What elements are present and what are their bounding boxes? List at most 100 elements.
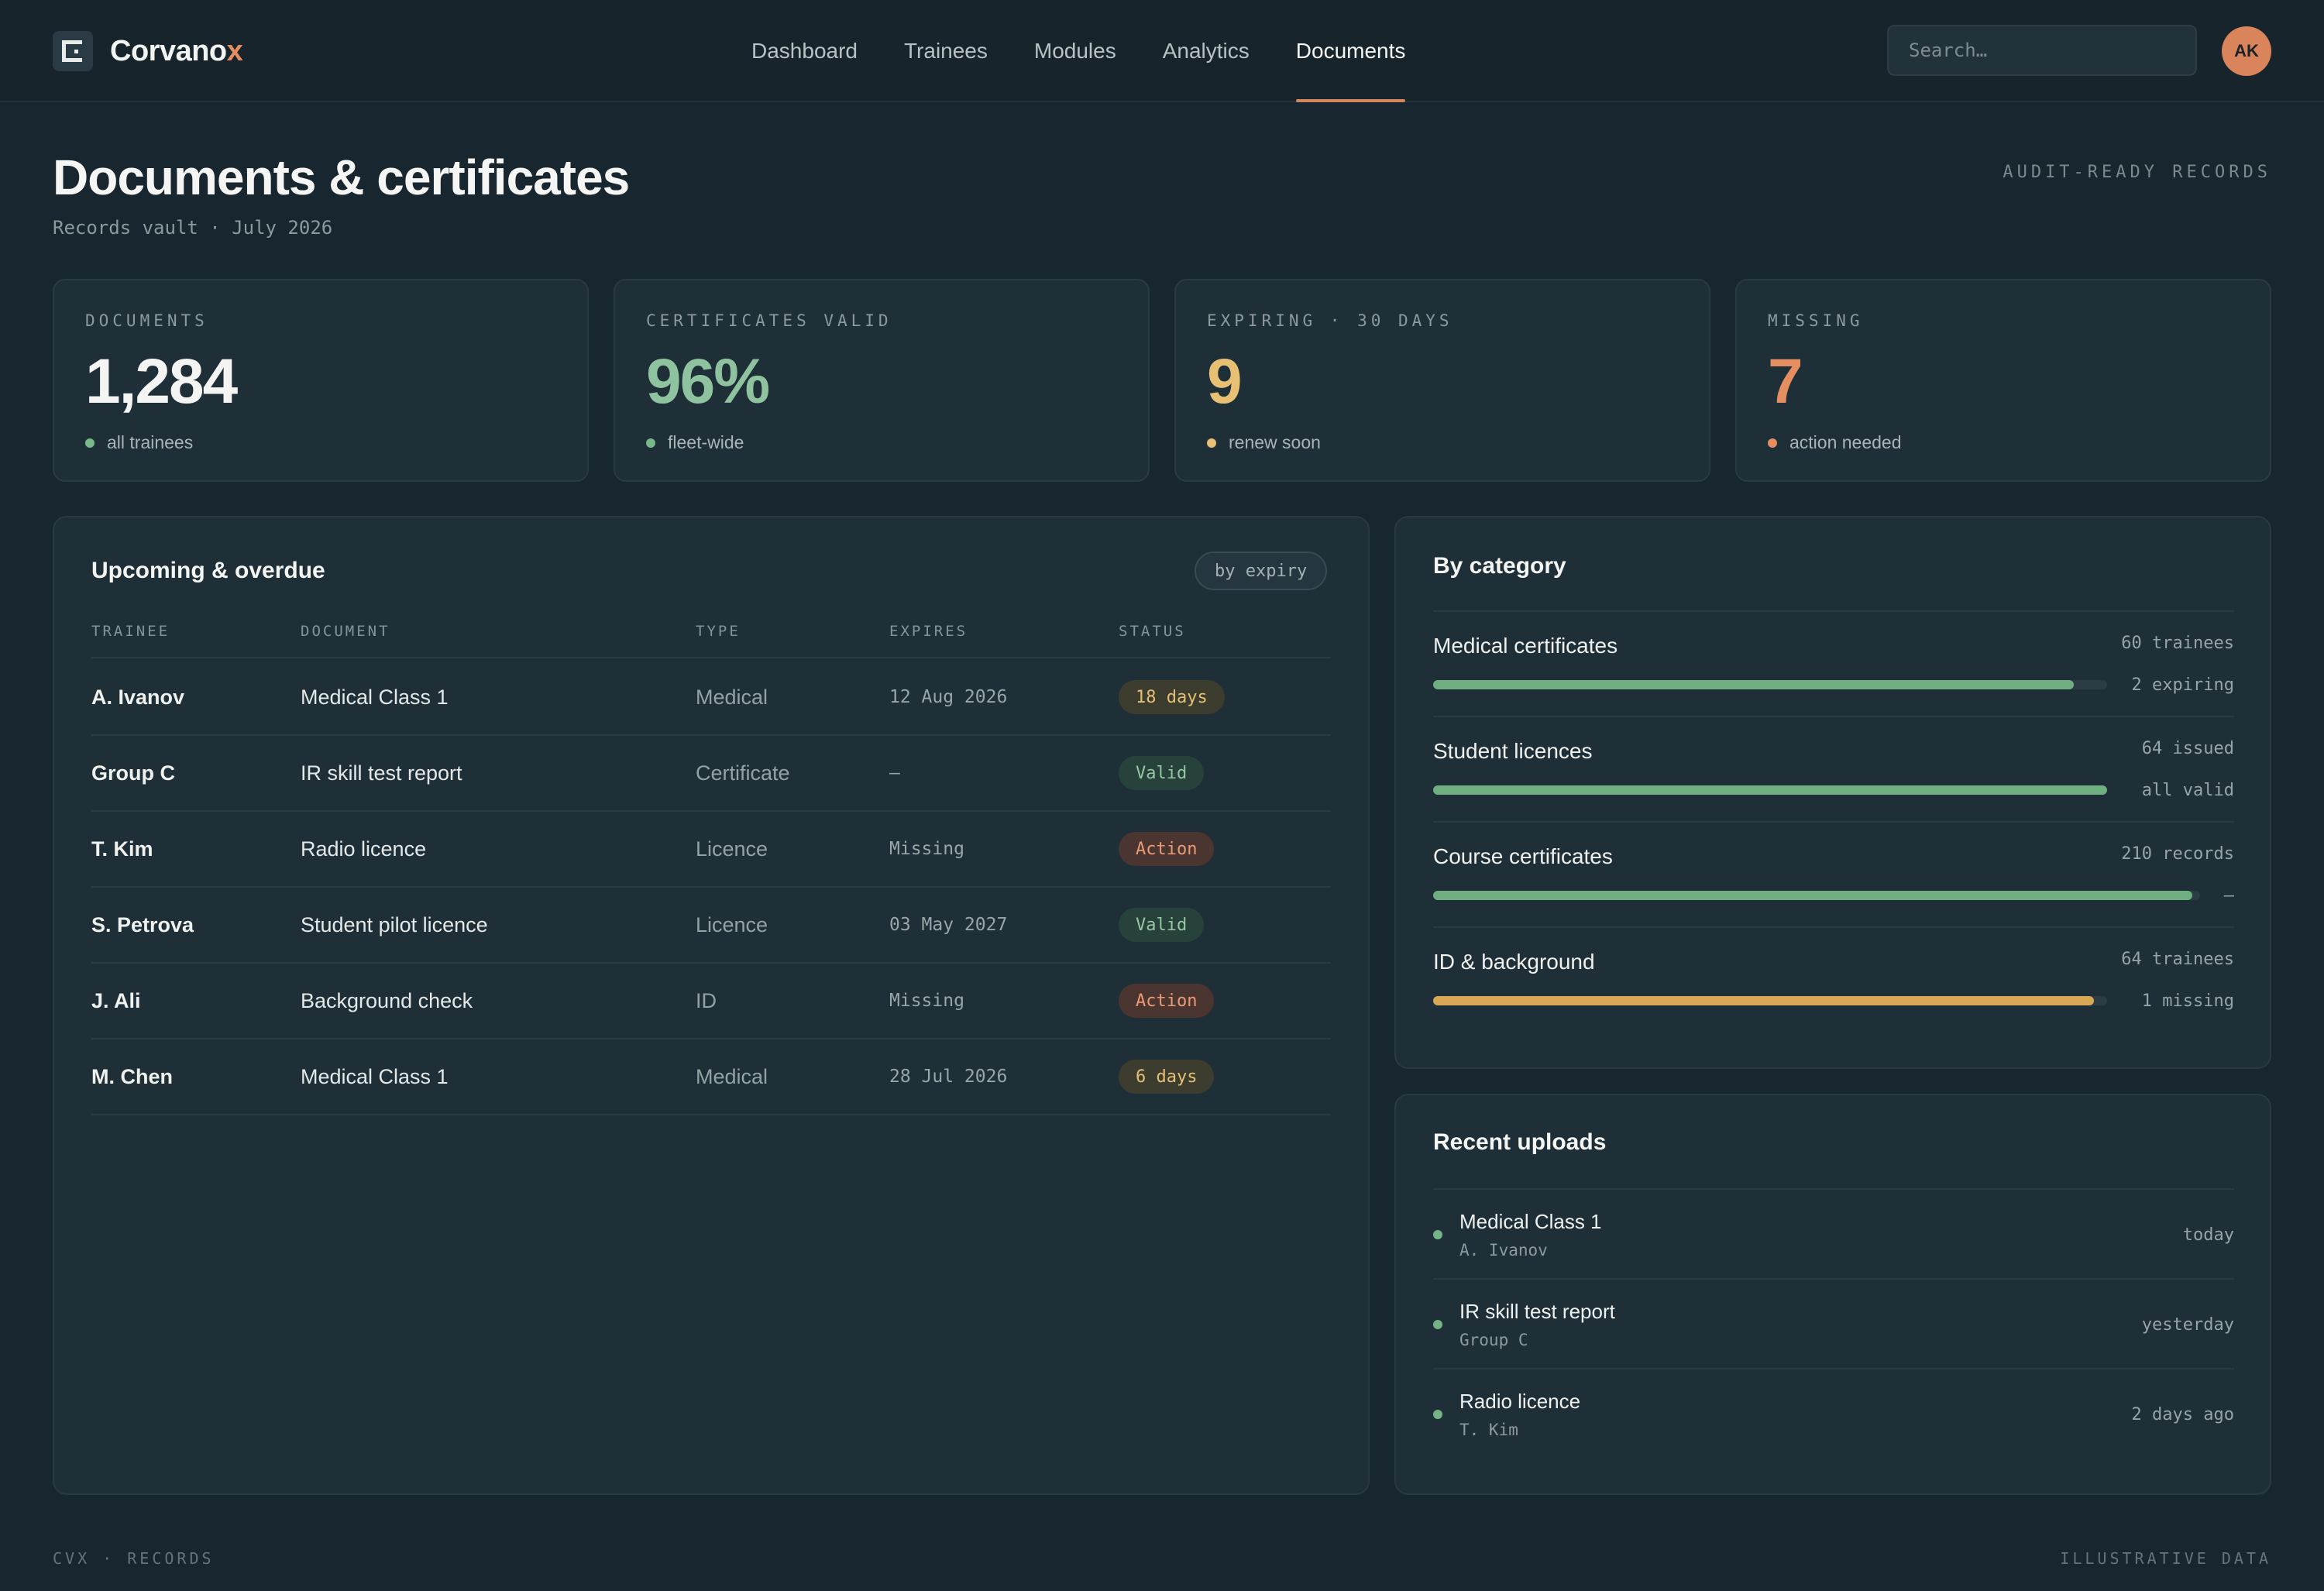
sort-by-expiry-chip[interactable]: by expiry — [1195, 552, 1328, 590]
panel-title: Recent uploads — [1433, 1129, 1607, 1155]
cell-document: IR skill test report — [301, 761, 462, 785]
table-row[interactable]: S. Petrova Student pilot licence Licence 03… — [91, 888, 1331, 964]
logo-icon — [53, 31, 93, 71]
stat-label: MISSING — [1768, 311, 1864, 330]
category-name: Medical certificates — [1433, 634, 1618, 658]
progress-track — [1433, 996, 2107, 1005]
stat-label: DOCUMENTS — [85, 311, 208, 330]
upload-time: 2 days ago — [2131, 1405, 2234, 1424]
cell-trainee: J. Ali — [91, 988, 141, 1012]
status-dot-icon — [646, 438, 655, 448]
upload-trainee: A. Ivanov — [1459, 1241, 1548, 1259]
upload-title: Medical Class 1 — [1459, 1210, 1602, 1233]
cell-expires: – — [889, 763, 900, 783]
progress-fill — [1433, 680, 2074, 689]
status-dot-icon — [1433, 1410, 1442, 1419]
status-dot-icon — [1207, 438, 1216, 448]
category-count: 210 records — [2121, 844, 2234, 864]
cell-document: Student pilot licence — [301, 912, 488, 936]
stat-card-certificates-valid: CERTIFICATES VALID 96% fleet-wide — [614, 279, 1150, 482]
upcoming-overdue-panel: Upcoming & overdue by expiry TRAINEE DOC… — [53, 516, 1370, 1495]
cell-trainee: A. Ivanov — [91, 685, 185, 709]
nav-dashboard[interactable]: Dashboard — [728, 0, 881, 102]
recent-uploads-panel: Recent uploads Medical Class 1 A. Ivanov t… — [1394, 1094, 2271, 1495]
category-status: all valid — [2141, 781, 2234, 800]
cell-trainee: Group C — [91, 761, 175, 785]
status-badge: 18 days — [1119, 680, 1225, 714]
category-status: 2 expiring — [2131, 675, 2234, 695]
column-header-expires[interactable]: EXPIRES — [889, 623, 968, 640]
page-subtitle: Records vault · July 2026 — [53, 217, 333, 239]
stat-foot: action needed — [1768, 432, 1902, 453]
avatar[interactable]: AK — [2222, 26, 2271, 76]
category-name: Course certificates — [1433, 844, 1613, 868]
category-item[interactable]: Course certificates 210 records – — [1433, 821, 2234, 926]
column-header-status[interactable]: STATUS — [1119, 623, 1186, 640]
cell-document: Medical Class 1 — [301, 685, 449, 709]
stat-foot: all trainees — [85, 432, 193, 453]
nav-modules[interactable]: Modules — [1011, 0, 1140, 102]
upload-item[interactable]: IR skill test report Group C yesterday — [1433, 1278, 2234, 1368]
cell-status: Valid — [1119, 888, 1205, 962]
status-dot-icon — [1768, 438, 1777, 448]
cell-type: Certificate — [696, 761, 790, 785]
category-count: 64 issued — [2141, 739, 2234, 758]
footer-left-label: CVX · RECORDS — [53, 1549, 215, 1568]
cell-type: Licence — [696, 912, 768, 936]
cell-expires: 12 Aug 2026 — [889, 687, 1008, 707]
status-dot-icon — [1433, 1230, 1442, 1239]
upload-item[interactable]: Medical Class 1 A. Ivanov today — [1433, 1188, 2234, 1278]
cell-type: Licence — [696, 837, 768, 861]
panel-title: Upcoming & overdue — [91, 558, 325, 583]
category-item[interactable]: ID & background 64 trainees 1 missing — [1433, 926, 2234, 1032]
stat-card-expiring: EXPIRING · 30 DAYS 9 renew soon — [1174, 279, 1710, 482]
table-row[interactable]: J. Ali Background check ID Missing Action — [91, 964, 1331, 1039]
nav-analytics[interactable]: Analytics — [1140, 0, 1273, 102]
column-header-type[interactable]: TYPE — [696, 623, 741, 640]
search-input[interactable] — [1887, 25, 2197, 76]
stat-label: EXPIRING · 30 DAYS — [1207, 311, 1453, 330]
cell-status: Action — [1119, 812, 1215, 886]
upload-trainee: Group C — [1459, 1331, 1528, 1349]
stat-cards: DOCUMENTS 1,284 all trainees CERTIFICATE… — [53, 279, 2271, 482]
stat-card-documents: DOCUMENTS 1,284 all trainees — [53, 279, 589, 482]
progress-track — [1433, 785, 2107, 795]
category-item[interactable]: Medical certificates 60 trainees 2 expirin… — [1433, 610, 2234, 716]
nav-documents[interactable]: Documents — [1273, 0, 1429, 102]
status-badge: Action — [1119, 832, 1215, 866]
top-navigation-bar: Corvanox Dashboard Trainees Modules Anal… — [0, 0, 2324, 102]
brand-name: Corvanox — [110, 34, 243, 67]
cell-document: Medical Class 1 — [301, 1064, 449, 1088]
cell-type: ID — [696, 988, 717, 1012]
category-name: Student licences — [1433, 739, 1593, 763]
column-header-document[interactable]: DOCUMENT — [301, 623, 390, 640]
panel-title: By category — [1433, 553, 1566, 579]
category-item[interactable]: Student licences 64 issued all valid — [1433, 716, 2234, 821]
column-header-trainee[interactable]: TRAINEE — [91, 623, 170, 640]
category-name: ID & background — [1433, 950, 1595, 974]
brand[interactable]: Corvanox — [53, 29, 243, 73]
by-category-panel: By category Medical certificates 60 train… — [1394, 516, 2271, 1069]
cell-trainee: M. Chen — [91, 1064, 173, 1088]
status-badge: Action — [1119, 984, 1215, 1018]
table-row[interactable]: T. Kim Radio licence Licence Missing Action — [91, 812, 1331, 888]
upload-title: Radio licence — [1459, 1390, 1581, 1413]
cell-status: Action — [1119, 964, 1215, 1038]
upload-time: yesterday — [2141, 1315, 2234, 1335]
table-row[interactable]: Group C IR skill test report Certificate – V… — [91, 736, 1331, 812]
table-row[interactable]: M. Chen Medical Class 1 Medical 28 Jul 2026… — [91, 1039, 1331, 1115]
progress-track — [1433, 680, 2107, 689]
stat-foot: renew soon — [1207, 432, 1321, 453]
upload-trainee: T. Kim — [1459, 1421, 1518, 1439]
cell-type: Medical — [696, 685, 768, 709]
stat-foot: fleet-wide — [646, 432, 744, 453]
upload-item[interactable]: Radio licence T. Kim 2 days ago — [1433, 1368, 2234, 1458]
main-nav: Dashboard Trainees Modules Analytics Doc… — [728, 0, 1428, 102]
cell-status: 18 days — [1119, 660, 1225, 734]
progress-track — [1433, 891, 2200, 900]
nav-trainees[interactable]: Trainees — [881, 0, 1011, 102]
category-count: 64 trainees — [2121, 950, 2234, 969]
stat-label: CERTIFICATES VALID — [646, 311, 892, 330]
stat-value: 96% — [646, 346, 770, 417]
table-row[interactable]: A. Ivanov Medical Class 1 Medical 12 Aug 20… — [91, 660, 1331, 736]
